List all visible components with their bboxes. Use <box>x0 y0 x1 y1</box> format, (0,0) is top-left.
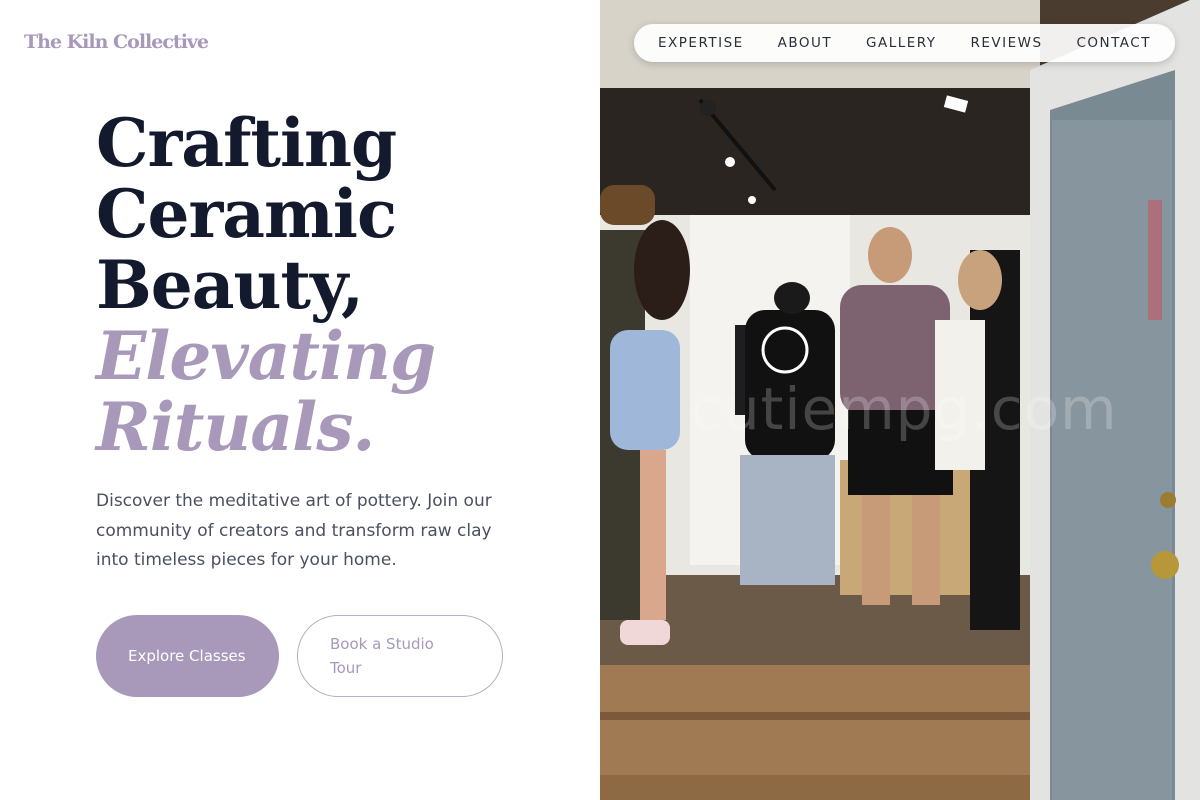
nav-item-about[interactable]: ABOUT <box>778 35 833 51</box>
headline-accent-line: Elevating <box>96 317 436 395</box>
explore-classes-label: Explore Classes <box>128 647 246 665</box>
headline-accent-line: Rituals. <box>96 388 375 466</box>
nav-item-expertise[interactable]: EXPERTISE <box>658 35 744 51</box>
book-studio-tour-label: Book a Studio Tour <box>330 635 434 677</box>
book-studio-tour-button[interactable]: Book a Studio Tour <box>297 615 503 697</box>
headline-line: Crafting <box>96 104 397 182</box>
headline-line: Ceramic <box>96 175 397 253</box>
photo-watermark: cutiempg.com <box>690 375 1118 443</box>
brand-logo[interactable]: The Kiln Collective <box>24 31 209 53</box>
hero-photo: cutiempg.com <box>600 0 1200 800</box>
nav-item-contact[interactable]: CONTACT <box>1076 35 1151 51</box>
nav-item-reviews[interactable]: REVIEWS <box>970 35 1042 51</box>
hero-left-panel: The Kiln Collective Crafting Ceramic Bea… <box>0 0 600 800</box>
hero-subtitle: Discover the meditative art of pottery. … <box>96 491 492 570</box>
nav-item-gallery[interactable]: GALLERY <box>866 35 937 51</box>
main-nav: EXPERTISE ABOUT GALLERY REVIEWS CONTACT <box>634 24 1175 62</box>
headline-line: Beauty, <box>96 246 364 324</box>
explore-classes-button[interactable]: Explore Classes <box>96 615 279 697</box>
hero-headline: Crafting Ceramic Beauty, Elevating Ritua… <box>96 104 436 466</box>
